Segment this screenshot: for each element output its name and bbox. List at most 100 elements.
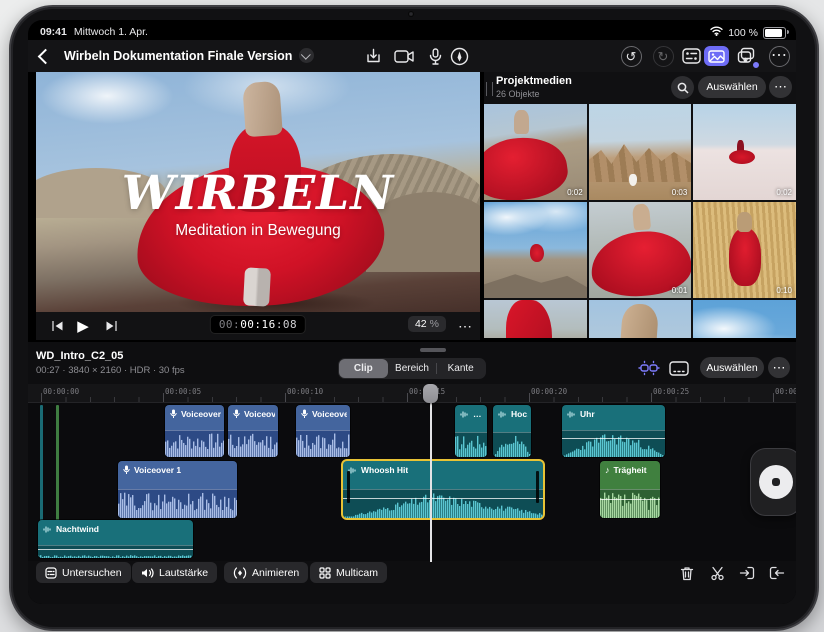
insert-icon[interactable] bbox=[736, 562, 758, 584]
undo-button[interactable]: ↺ bbox=[620, 45, 642, 67]
timeline-section: WD_Intro_C2_05 00:27 · 3840 × 2160 · HDR… bbox=[28, 342, 796, 604]
timeline-resize-handle[interactable] bbox=[420, 348, 446, 352]
inspector-button[interactable] bbox=[680, 45, 702, 67]
timeline-clip-voiceover-2[interactable]: Voiceover 2 bbox=[165, 405, 224, 457]
header-more-button[interactable]: ⋯ bbox=[768, 45, 790, 67]
media-panel-title: Projektmedien bbox=[496, 75, 572, 87]
timeline-clip-nachtwind[interactable]: Nachtwind bbox=[38, 520, 193, 558]
media-thumbnail[interactable]: 0:01 bbox=[588, 202, 692, 298]
panel-resize-handle[interactable] bbox=[486, 82, 493, 96]
dancer-hat bbox=[242, 80, 283, 138]
viewer-zoom-control[interactable]: 42% bbox=[407, 316, 446, 332]
edit-mode-segmented-control: Clip Bereich Kante bbox=[338, 358, 486, 379]
search-icon[interactable] bbox=[671, 76, 694, 99]
timeline-more-button[interactable]: ⋯ bbox=[768, 357, 790, 378]
media-thumbnail[interactable]: 0:10 bbox=[693, 202, 796, 298]
delete-icon[interactable] bbox=[676, 562, 698, 584]
segment-clip[interactable]: Clip bbox=[339, 359, 388, 378]
media-thumbnail[interactable] bbox=[588, 300, 692, 338]
clip-duration: 0:10 bbox=[776, 286, 792, 295]
media-browser-button[interactable] bbox=[704, 46, 729, 66]
clip-duration: 0:02 bbox=[567, 286, 583, 295]
ruler-label: 00:00:10 bbox=[287, 387, 324, 396]
media-thumbnail[interactable]: 0:02 bbox=[484, 202, 587, 298]
trim-handle-left[interactable] bbox=[347, 471, 350, 504]
battery-percent: 100 % bbox=[728, 26, 758, 39]
timeline-clip-uhr[interactable]: Uhr bbox=[562, 405, 665, 457]
media-panel-count: 26 Objekte bbox=[496, 89, 540, 99]
screen: 09:41 Mittwoch 1. Apr. 100 % Wirbeln Dok… bbox=[28, 20, 796, 604]
status-time: 09:41 bbox=[40, 26, 67, 38]
timeline-overview-icon[interactable] bbox=[667, 357, 690, 379]
timeline-clip-hochziehen[interactable]: Hoc… bbox=[493, 405, 531, 457]
transport-bar: ▶ 00:00:16:08 42% ⋯ bbox=[36, 312, 480, 340]
ruler-label: 00:00:05 bbox=[165, 387, 202, 396]
jog-dial[interactable] bbox=[750, 448, 796, 516]
chevron-left-icon bbox=[37, 48, 54, 65]
clip-duration: 0:03 bbox=[671, 188, 688, 197]
timeline-clip-voiceover-1[interactable]: Voiceover 1 bbox=[118, 461, 237, 518]
chevron-down-icon[interactable] bbox=[299, 48, 315, 63]
ruler-label: 00:00:25 bbox=[653, 387, 690, 396]
status-date: Mittwoch 1. Apr. bbox=[73, 26, 148, 38]
video-title-overlay: WIRBELN bbox=[121, 166, 395, 221]
timeline-clip-meta: 00:27 · 3840 × 2160 · HDR · 30 fps bbox=[36, 365, 185, 376]
timeline-clip-voiceover-2[interactable]: Voiceover 2 bbox=[228, 405, 278, 457]
media-thumbnail[interactable]: 0:02 bbox=[693, 104, 796, 200]
volume-button[interactable]: Lautstärke bbox=[132, 562, 218, 583]
trim-handle-right[interactable] bbox=[536, 471, 539, 504]
media-select-button[interactable]: Auswählen bbox=[698, 76, 766, 98]
timeline-clip-audio[interactable]: … bbox=[455, 405, 487, 457]
project-media-panel: Projektmedien 26 Objekte Auswählen ⋯ 0:0… bbox=[484, 72, 796, 338]
ruler-label: 00:00:20 bbox=[531, 387, 568, 396]
inspect-button[interactable]: Untersuchen bbox=[36, 562, 131, 583]
play-button[interactable]: ▶ bbox=[74, 317, 92, 335]
playhead[interactable] bbox=[430, 384, 432, 562]
timeline-clip-traegheit[interactable]: ♪ Trägheit bbox=[600, 461, 660, 518]
camera-button[interactable] bbox=[393, 45, 415, 67]
media-thumbnail[interactable] bbox=[484, 300, 587, 338]
media-grid: 0:02 0:03 0:02 0:02 0:01 0:10 bbox=[484, 104, 796, 338]
video-viewer[interactable]: WIRBELN Meditation in Bewegung bbox=[36, 72, 480, 312]
app-toolbar: Wirbeln Dokumentation Finale Version ↺ ↻ bbox=[28, 40, 796, 72]
timeline-ruler[interactable]: 00:00:00 00:00:05 00:00:10 00:00:15 00:0… bbox=[28, 384, 796, 403]
wifi-icon bbox=[710, 26, 723, 39]
timeline-clip-voiceover-3[interactable]: Voiceover 3 bbox=[296, 405, 350, 457]
timeline-select-button[interactable]: Auswählen bbox=[700, 357, 764, 378]
timeline-tracks: Voiceover 2 Voiceover 2 Voiceover 3 … Ho… bbox=[28, 403, 796, 561]
skip-forward-icon[interactable] bbox=[102, 317, 120, 335]
skip-back-icon[interactable] bbox=[48, 317, 66, 335]
notification-dot bbox=[752, 61, 760, 69]
pencil-button[interactable] bbox=[448, 45, 470, 67]
back-button[interactable] bbox=[37, 48, 54, 67]
blade-icon[interactable] bbox=[706, 562, 728, 584]
timeline-clip-whoosh-hit[interactable]: Whoosh Hit bbox=[343, 461, 543, 518]
viewer-more-button[interactable]: ⋯ bbox=[458, 318, 472, 335]
video-subtitle-overlay: Meditation in Bewegung bbox=[175, 222, 341, 239]
segment-range[interactable]: Bereich bbox=[388, 359, 437, 378]
overwrite-icon[interactable] bbox=[766, 562, 788, 584]
jog-knob[interactable] bbox=[759, 465, 793, 499]
animate-button[interactable]: Animieren bbox=[224, 562, 309, 583]
clip-duration: 0:02 bbox=[776, 188, 792, 197]
redo-button[interactable]: ↻ bbox=[652, 45, 674, 67]
segment-edge[interactable]: Kante bbox=[436, 359, 485, 378]
magnetic-timeline-icon[interactable] bbox=[637, 357, 660, 379]
timecode-display[interactable]: 00:00:16:08 bbox=[209, 315, 307, 334]
playhead-handle[interactable] bbox=[423, 384, 438, 403]
timeline-footer: Untersuchen Lautstärke Animieren Multica… bbox=[28, 560, 796, 588]
media-thumbnail[interactable] bbox=[693, 300, 796, 338]
effects-button[interactable] bbox=[736, 45, 760, 69]
microphone-button[interactable] bbox=[424, 45, 446, 67]
import-button[interactable] bbox=[362, 45, 384, 67]
media-thumbnail[interactable]: 0:03 bbox=[588, 104, 692, 200]
clip-duration: 0:02 bbox=[567, 188, 583, 197]
clip-duration: 0:01 bbox=[671, 286, 688, 295]
media-more-button[interactable]: ⋯ bbox=[769, 76, 792, 98]
status-bar: 09:41 Mittwoch 1. Apr. 100 % bbox=[28, 20, 796, 40]
media-thumbnail[interactable]: 0:02 bbox=[484, 104, 587, 200]
battery-icon bbox=[763, 26, 789, 39]
multicam-button[interactable]: Multicam bbox=[310, 562, 388, 583]
project-title[interactable]: Wirbeln Dokumentation Finale Version bbox=[64, 48, 315, 63]
dancer-legs bbox=[243, 267, 271, 307]
